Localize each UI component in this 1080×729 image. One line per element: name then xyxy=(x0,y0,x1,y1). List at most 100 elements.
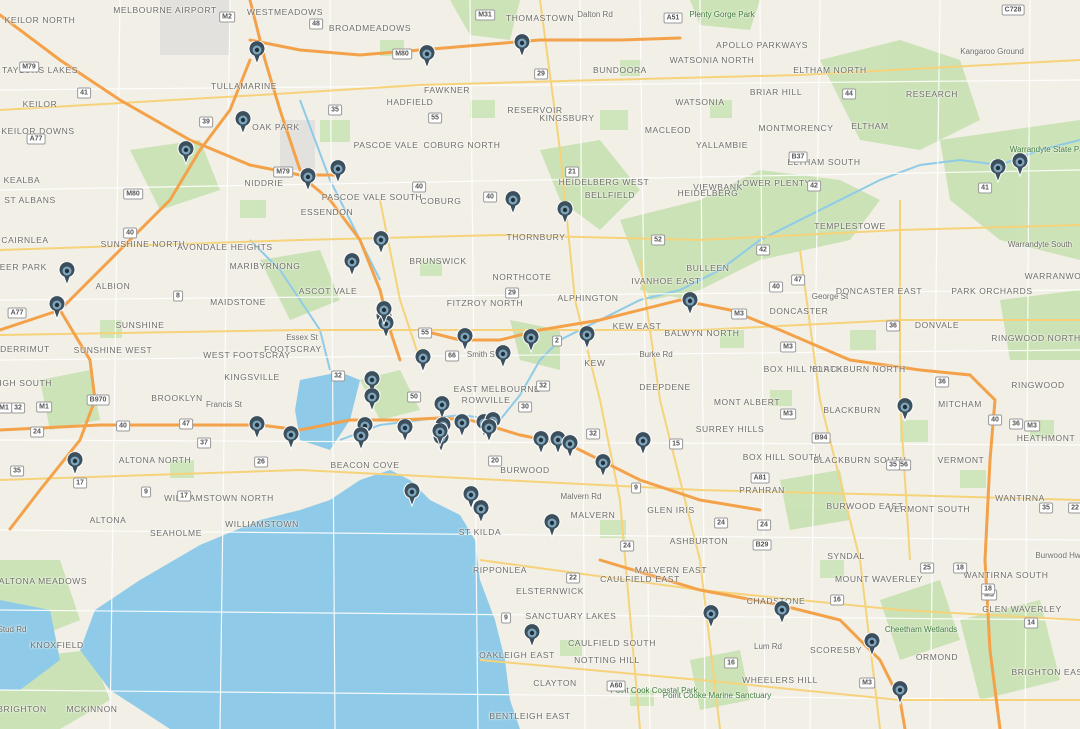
suburb-label: PARK ORCHARDS xyxy=(951,286,1033,296)
suburb-label: SEAHOLME xyxy=(149,528,203,538)
map-pin-marker[interactable] xyxy=(456,327,474,353)
suburb-label: VERMONT xyxy=(937,455,985,465)
route-shield: 66 xyxy=(445,350,459,362)
map-pin-marker[interactable] xyxy=(414,348,432,374)
map-pin-marker[interactable] xyxy=(634,431,652,457)
map-pin-marker[interactable] xyxy=(578,325,596,351)
map-pin-marker[interactable] xyxy=(681,291,699,317)
route-shield: M79 xyxy=(273,166,293,178)
map-pin-marker[interactable] xyxy=(532,430,550,456)
suburb-label: SUNSHINE WEST xyxy=(73,345,153,355)
route-shield: 18 xyxy=(953,562,967,574)
map-pin-marker[interactable] xyxy=(343,252,361,278)
map-pin-marker[interactable] xyxy=(248,40,266,66)
suburb-label: FAWKNER xyxy=(424,85,470,95)
route-shield: 40 xyxy=(988,414,1002,426)
map-pin-icon xyxy=(453,413,471,439)
map-pin-icon xyxy=(532,430,550,456)
suburb-label: SCORESBY xyxy=(809,645,863,655)
suburb-label: ALBION xyxy=(95,281,131,291)
map-pin-marker[interactable] xyxy=(891,680,909,706)
map-pin-marker[interactable] xyxy=(66,451,84,477)
suburb-label: LOWER PLENTY xyxy=(737,178,811,188)
map-pin-marker[interactable] xyxy=(352,426,370,452)
route-shield: 40 xyxy=(483,191,497,203)
suburb-label: WESTMEADOWS xyxy=(246,7,324,17)
map-pin-marker[interactable] xyxy=(403,482,421,508)
map-view[interactable]: KEILOR NORTH MELBOURNE AIRPORT WESTMEADOWS… xyxy=(0,0,1080,729)
map-pin-marker[interactable] xyxy=(504,190,522,216)
route-shield: M3 xyxy=(859,677,875,689)
map-pin-marker[interactable] xyxy=(773,600,791,626)
route-shield: 24 xyxy=(30,426,44,438)
route-shield: 30 xyxy=(518,401,532,413)
suburb-label: TULLAMARINE xyxy=(210,81,278,91)
suburb-label: BENTLEIGH EAST xyxy=(489,711,571,721)
map-pin-marker[interactable] xyxy=(396,418,414,444)
map-pin-marker[interactable] xyxy=(363,387,381,413)
route-shield: M80 xyxy=(123,188,143,200)
suburb-label: NIDDRIE xyxy=(244,178,284,188)
suburb-label: BRUNSWICK xyxy=(409,256,467,266)
map-pin-marker[interactable] xyxy=(431,422,449,448)
suburb-label: SYNDAL xyxy=(827,551,865,561)
map-pin-marker[interactable] xyxy=(282,425,300,451)
road-label: Lum Rd xyxy=(753,642,783,651)
route-shield: 48 xyxy=(309,18,323,30)
map-pin-marker[interactable] xyxy=(299,167,317,193)
map-pin-marker[interactable] xyxy=(372,230,390,256)
route-shield: 22 xyxy=(1068,502,1080,514)
suburb-label: PASCOE VALE SOUTH xyxy=(321,192,423,202)
map-pin-marker[interactable] xyxy=(522,328,540,354)
map-pin-icon xyxy=(522,328,540,354)
route-shield: 47 xyxy=(791,274,805,286)
map-pin-marker[interactable] xyxy=(863,632,881,658)
map-pin-marker[interactable] xyxy=(248,415,266,441)
map-pin-marker[interactable] xyxy=(513,33,531,59)
suburb-label: APOLLO PARKWAYS xyxy=(716,40,808,50)
map-pin-marker[interactable] xyxy=(329,159,347,185)
map-pin-marker[interactable] xyxy=(48,295,66,321)
map-pin-marker[interactable] xyxy=(702,604,720,630)
route-shield: 40 xyxy=(412,181,426,193)
map-pin-marker[interactable] xyxy=(177,140,195,166)
map-pin-marker[interactable] xyxy=(480,418,498,444)
route-shield: 40 xyxy=(769,281,783,293)
map-pin-marker[interactable] xyxy=(58,261,76,287)
route-shield: A81 xyxy=(750,472,770,484)
map-pin-marker[interactable] xyxy=(989,158,1007,184)
route-shield: 32 xyxy=(586,428,600,440)
route-shield: 32 xyxy=(536,380,550,392)
road-label: Stud Rd xyxy=(0,625,27,634)
map-pin-icon xyxy=(66,451,84,477)
route-shield: C728 xyxy=(1001,4,1025,16)
suburb-label: BRIAR HILL xyxy=(749,87,803,97)
map-pin-marker[interactable] xyxy=(561,434,579,460)
suburb-label: SURREY HILLS xyxy=(695,424,765,434)
map-pin-marker[interactable] xyxy=(494,344,512,370)
suburb-label: BRIGHTON xyxy=(0,704,47,714)
suburb-label: KEW xyxy=(584,358,606,368)
map-pin-marker[interactable] xyxy=(543,513,561,539)
map-pin-marker[interactable] xyxy=(375,300,393,326)
map-pin-marker[interactable] xyxy=(472,499,490,525)
map-pin-icon xyxy=(891,680,909,706)
suburb-label: BELLFIELD xyxy=(584,190,636,200)
route-shield: 9 xyxy=(631,482,641,494)
suburb-label: MONT ALBERT xyxy=(713,397,781,407)
map-pin-marker[interactable] xyxy=(594,453,612,479)
map-pin-marker[interactable] xyxy=(234,110,252,136)
map-pin-icon xyxy=(299,167,317,193)
map-pin-marker[interactable] xyxy=(523,623,541,649)
map-pin-marker[interactable] xyxy=(1011,152,1029,178)
map-pin-icon xyxy=(480,418,498,444)
map-pin-marker[interactable] xyxy=(453,413,471,439)
map-pin-marker[interactable] xyxy=(556,200,574,226)
suburb-label: KINGSBURY xyxy=(539,113,595,123)
suburb-label: WANTIRNA SOUTH xyxy=(963,570,1049,580)
map-pin-marker[interactable] xyxy=(418,44,436,70)
suburb-label: ESSENDON xyxy=(300,207,354,217)
map-pin-marker[interactable] xyxy=(896,397,914,423)
suburb-label: MOUNT WAVERLEY xyxy=(834,574,924,584)
route-shield: M1 xyxy=(0,402,12,414)
